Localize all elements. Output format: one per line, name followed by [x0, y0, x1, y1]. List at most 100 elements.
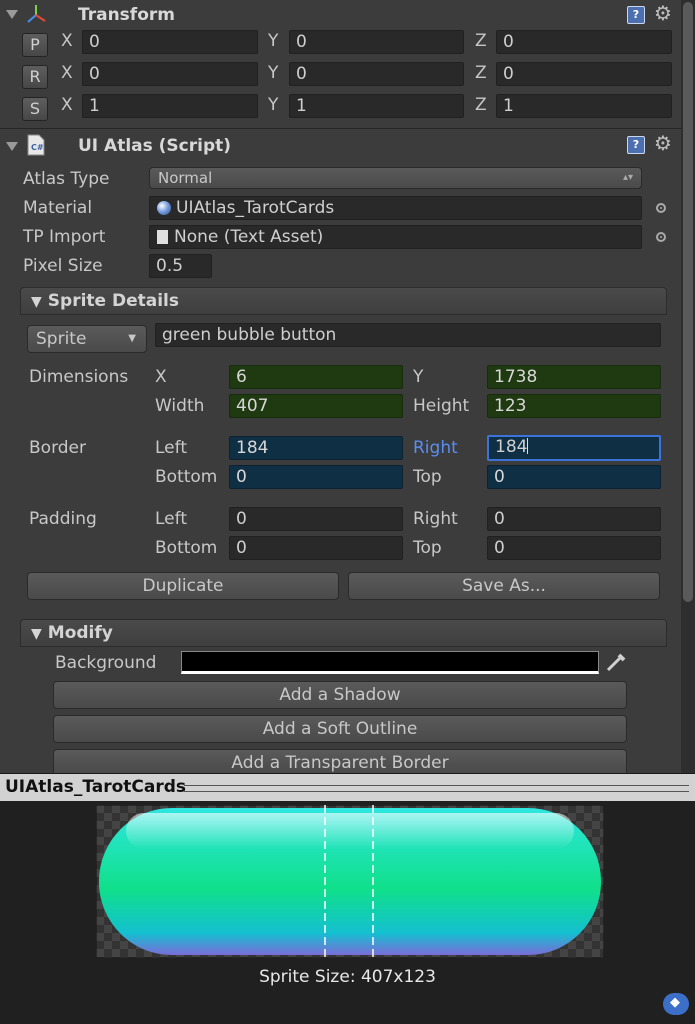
position-x-label: X	[61, 31, 73, 51]
sprite-details-header[interactable]: ▼ Sprite Details	[20, 287, 667, 315]
sprite-details-title: Sprite Details	[47, 291, 179, 311]
text-asset-icon	[157, 230, 168, 244]
pixel-size-label: Pixel Size	[23, 256, 103, 276]
ui-atlas-title: UI Atlas (Script)	[78, 136, 232, 156]
chevron-down-icon: ▼	[128, 333, 136, 344]
rotation-z-label: Z	[475, 63, 487, 83]
padding-top-field[interactable]: 0	[487, 536, 661, 560]
preview-title: UIAtlas_TarotCards	[5, 777, 187, 797]
save-as-button[interactable]: Save As...	[348, 572, 660, 600]
add-shadow-button[interactable]: Add a Shadow	[53, 681, 627, 709]
preview-header[interactable]: UIAtlas_TarotCards	[0, 773, 695, 801]
border-left-label: Left	[155, 438, 187, 458]
border-left-field[interactable]: 184	[229, 436, 403, 460]
transform-title: Transform	[78, 5, 175, 25]
foldout-triangle-icon: ▼	[31, 626, 42, 642]
duplicate-button[interactable]: Duplicate	[27, 572, 339, 600]
padding-label: Padding	[29, 509, 97, 529]
padding-left-label: Left	[155, 509, 187, 529]
tp-import-field[interactable]: None (Text Asset)	[149, 225, 642, 249]
material-value: UIAtlas_TarotCards	[176, 198, 335, 218]
help-icon[interactable]: ?	[627, 6, 645, 24]
scale-z-field[interactable]: 1	[496, 94, 672, 118]
scale-y-label: Y	[268, 95, 279, 115]
material-sphere-icon	[157, 201, 171, 215]
padding-right-field[interactable]: 0	[487, 507, 661, 531]
dim-y-label: Y	[413, 367, 424, 387]
scale-y-field[interactable]: 1	[289, 94, 464, 118]
component-divider	[0, 128, 695, 129]
rotation-z-field[interactable]: 0	[496, 62, 672, 86]
position-y-field[interactable]: 0	[289, 30, 464, 54]
border-bottom-label: Bottom	[155, 467, 218, 487]
asset-label-icon[interactable]: ◆	[663, 993, 689, 1015]
ui-atlas-foldout-arrow[interactable]	[6, 142, 18, 151]
gear-icon[interactable]: ⚙	[654, 133, 672, 153]
material-label: Material	[23, 198, 93, 218]
padding-bottom-label: Bottom	[155, 538, 218, 558]
dim-height-field[interactable]: 123	[487, 394, 661, 418]
add-transparent-border-button[interactable]: Add a Transparent Border	[53, 749, 627, 773]
border-bottom-field[interactable]: 0	[229, 465, 403, 489]
dim-height-label: Height	[413, 396, 470, 416]
inspector-scrollbar-track[interactable]	[681, 0, 695, 773]
modify-title: Modify	[47, 623, 113, 643]
border-top-label: Top	[413, 467, 442, 487]
position-x-field[interactable]: 0	[82, 30, 258, 54]
transform-foldout-arrow[interactable]	[6, 10, 18, 19]
atlas-type-label: Atlas Type	[23, 169, 110, 189]
position-z-field[interactable]: 0	[496, 30, 672, 54]
padding-right-label: Right	[413, 509, 458, 529]
rotation-y-field[interactable]: 0	[289, 62, 464, 86]
svg-text:C#: C#	[31, 143, 44, 152]
padding-bottom-field[interactable]: 0	[229, 536, 403, 560]
inspector-scrollbar-thumb[interactable]	[683, 2, 693, 602]
drag-handle[interactable]	[184, 785, 689, 792]
rotation-y-label: Y	[268, 63, 279, 83]
gear-icon[interactable]: ⚙	[654, 3, 672, 23]
dim-width-field[interactable]: 407	[229, 394, 403, 418]
preview-area: Sprite Size: 407x123 ◆	[0, 801, 695, 1024]
rotation-reset-button[interactable]: R	[22, 65, 48, 89]
updown-chevron-icon: ▴▾	[622, 172, 633, 183]
position-y-label: Y	[268, 31, 279, 51]
border-right-field[interactable]: 184	[487, 435, 661, 461]
scale-x-field[interactable]: 1	[82, 94, 258, 118]
border-top-field[interactable]: 0	[487, 465, 661, 489]
background-label: Background	[55, 653, 157, 673]
object-picker-icon[interactable]	[656, 203, 666, 213]
dim-y-field[interactable]: 1738	[487, 365, 661, 389]
rotation-x-label: X	[61, 63, 73, 83]
padding-left-field[interactable]: 0	[229, 507, 403, 531]
atlas-type-dropdown[interactable]: Normal ▴▾	[149, 167, 642, 189]
position-reset-button[interactable]: P	[22, 33, 48, 57]
help-icon[interactable]: ?	[627, 136, 645, 154]
scale-x-label: X	[61, 95, 73, 115]
object-picker-icon[interactable]	[656, 232, 666, 242]
pixel-size-field[interactable]: 0.5	[149, 254, 212, 278]
sprite-name-field[interactable]: green bubble button	[155, 323, 661, 347]
sprite-preview	[96, 805, 604, 958]
add-soft-outline-button[interactable]: Add a Soft Outline	[53, 715, 627, 743]
tp-import-value: None (Text Asset)	[174, 227, 324, 247]
foldout-triangle-icon: ▼	[31, 294, 42, 310]
eyedropper-icon[interactable]	[605, 651, 627, 673]
border-label: Border	[29, 438, 86, 458]
material-field[interactable]: UIAtlas_TarotCards	[149, 196, 642, 220]
border-right-label: Right	[413, 438, 458, 458]
padding-top-label: Top	[413, 538, 442, 558]
scale-reset-button[interactable]: S	[22, 97, 48, 121]
csharp-script-icon: C#	[27, 134, 45, 156]
background-color-swatch[interactable]	[181, 651, 599, 674]
rotation-x-field[interactable]: 0	[82, 62, 258, 86]
dim-x-label: X	[155, 367, 167, 387]
modify-header[interactable]: ▼ Modify	[20, 619, 667, 647]
tp-import-label: TP Import	[23, 227, 106, 247]
sprite-dropdown[interactable]: Sprite ▼	[27, 325, 147, 353]
dimensions-label: Dimensions	[29, 367, 129, 387]
atlas-type-value: Normal	[158, 169, 213, 187]
sprite-size-label: Sprite Size: 407x123	[259, 967, 436, 987]
sprite-dropdown-label: Sprite	[36, 329, 87, 349]
dim-x-field[interactable]: 6	[229, 365, 403, 389]
dim-width-label: Width	[155, 396, 205, 416]
